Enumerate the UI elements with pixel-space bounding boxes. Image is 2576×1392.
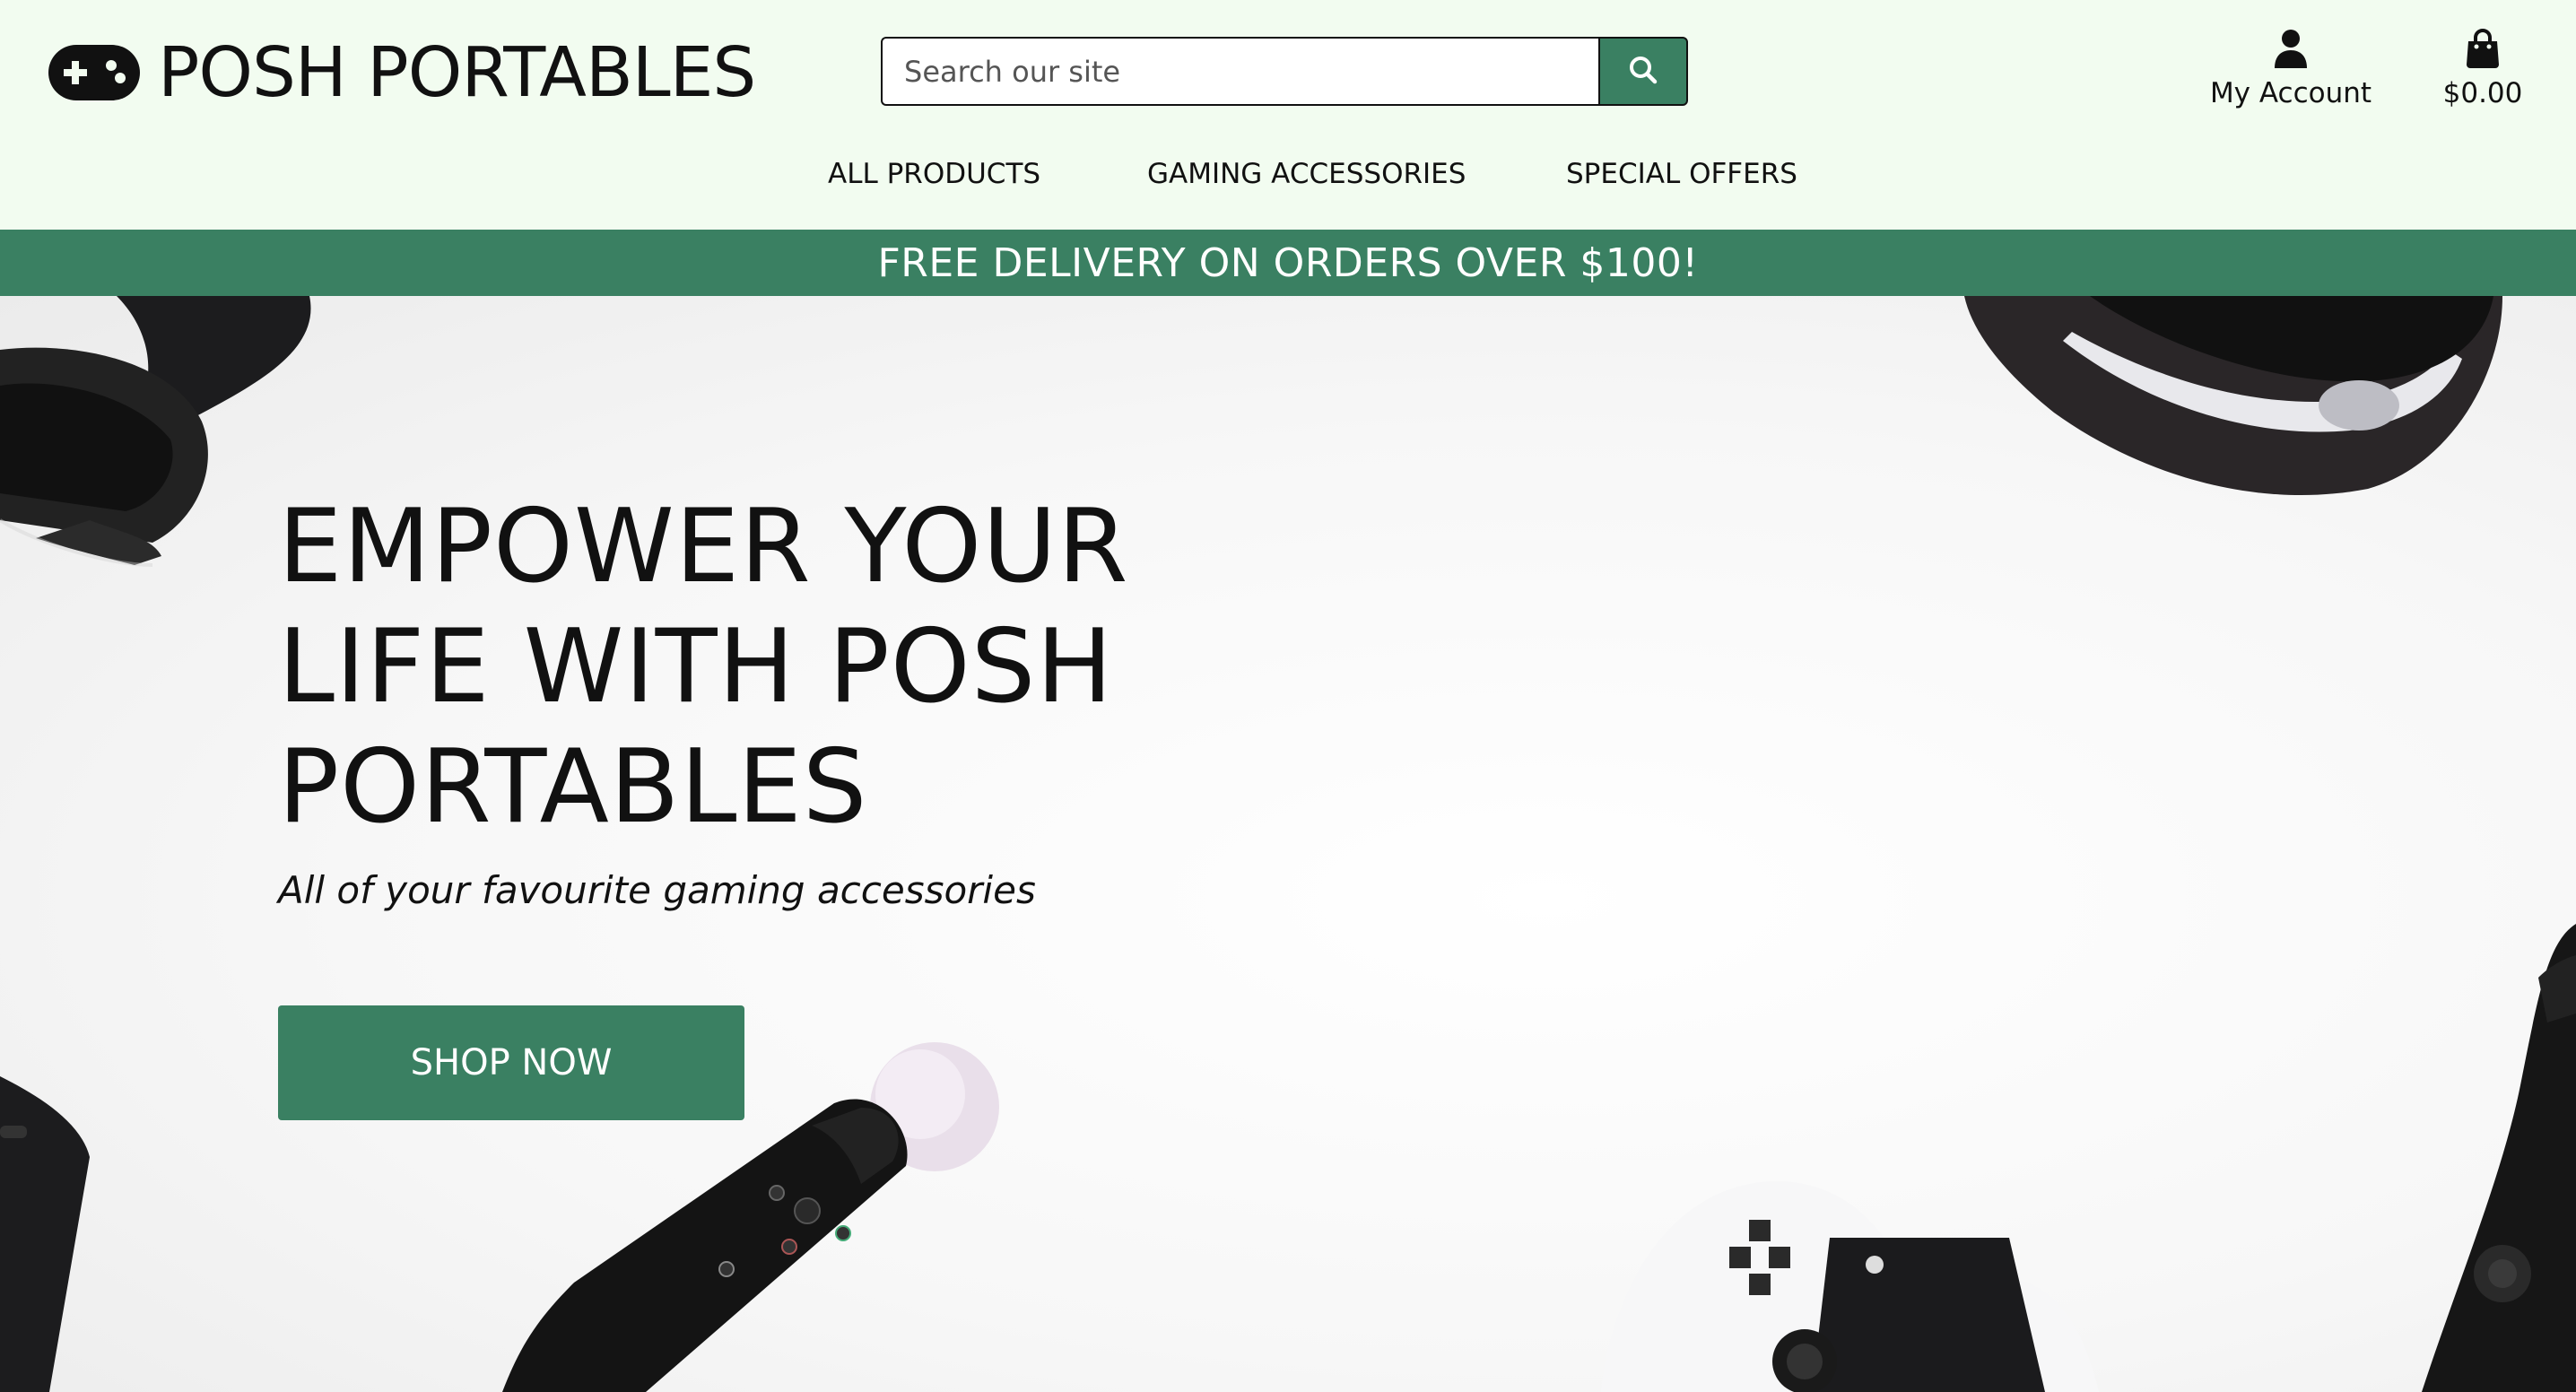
search-button[interactable]: [1598, 37, 1688, 106]
gamepad-icon: [48, 45, 140, 100]
my-account-link[interactable]: My Account: [2201, 29, 2380, 115]
headphones-image: [0, 296, 311, 567]
hero-title-line: PORTABLES: [278, 727, 868, 846]
my-account-label: My Account: [2209, 77, 2372, 109]
hero-title-line: EMPOWER YOUR: [278, 487, 1129, 605]
logo-text: POSH PORTABLES: [158, 32, 756, 113]
basket-total: $0.00: [2442, 77, 2523, 109]
delivery-banner-text: FREE DELIVERY ON ORDERS OVER $100!: [877, 239, 1699, 286]
site-header: POSH PORTABLES My Account: [0, 0, 2576, 230]
search-form: [881, 37, 1688, 106]
hero-title-line: LIFE WITH POSH: [278, 607, 1114, 726]
user-icon: [2273, 29, 2309, 72]
hero-title: EMPOWER YOUR LIFE WITH POSH PORTABLES: [278, 486, 1175, 847]
search-input[interactable]: [881, 37, 1598, 106]
console-device-image: [0, 1076, 90, 1392]
shopping-bag-link[interactable]: $0.00: [2427, 29, 2538, 115]
site-logo[interactable]: POSH PORTABLES: [48, 32, 756, 113]
white-gamepad-image: [1601, 1181, 2099, 1392]
hero-subtitle: All of your favourite gaming accessories: [278, 868, 1036, 912]
black-gamepad-image: [2422, 924, 2576, 1392]
search-icon: [1628, 55, 1658, 88]
nav-item-all-products[interactable]: ALL PRODUCTS: [828, 158, 1040, 190]
main-nav: ALL PRODUCTS GAMING ACCESSORIES SPECIAL …: [0, 158, 2576, 203]
nav-item-gaming-accessories[interactable]: GAMING ACCESSORIES: [1147, 158, 1466, 190]
delivery-banner: FREE DELIVERY ON ORDERS OVER $100!: [0, 230, 2576, 296]
nav-item-special-offers[interactable]: SPECIAL OFFERS: [1566, 158, 1797, 190]
vr-headset-image: [1964, 296, 2502, 496]
hero-section: EMPOWER YOUR LIFE WITH POSH PORTABLES Al…: [0, 296, 2576, 1392]
shopping-bag-icon: [2465, 29, 2501, 72]
shop-now-button[interactable]: SHOP NOW: [278, 1005, 744, 1120]
